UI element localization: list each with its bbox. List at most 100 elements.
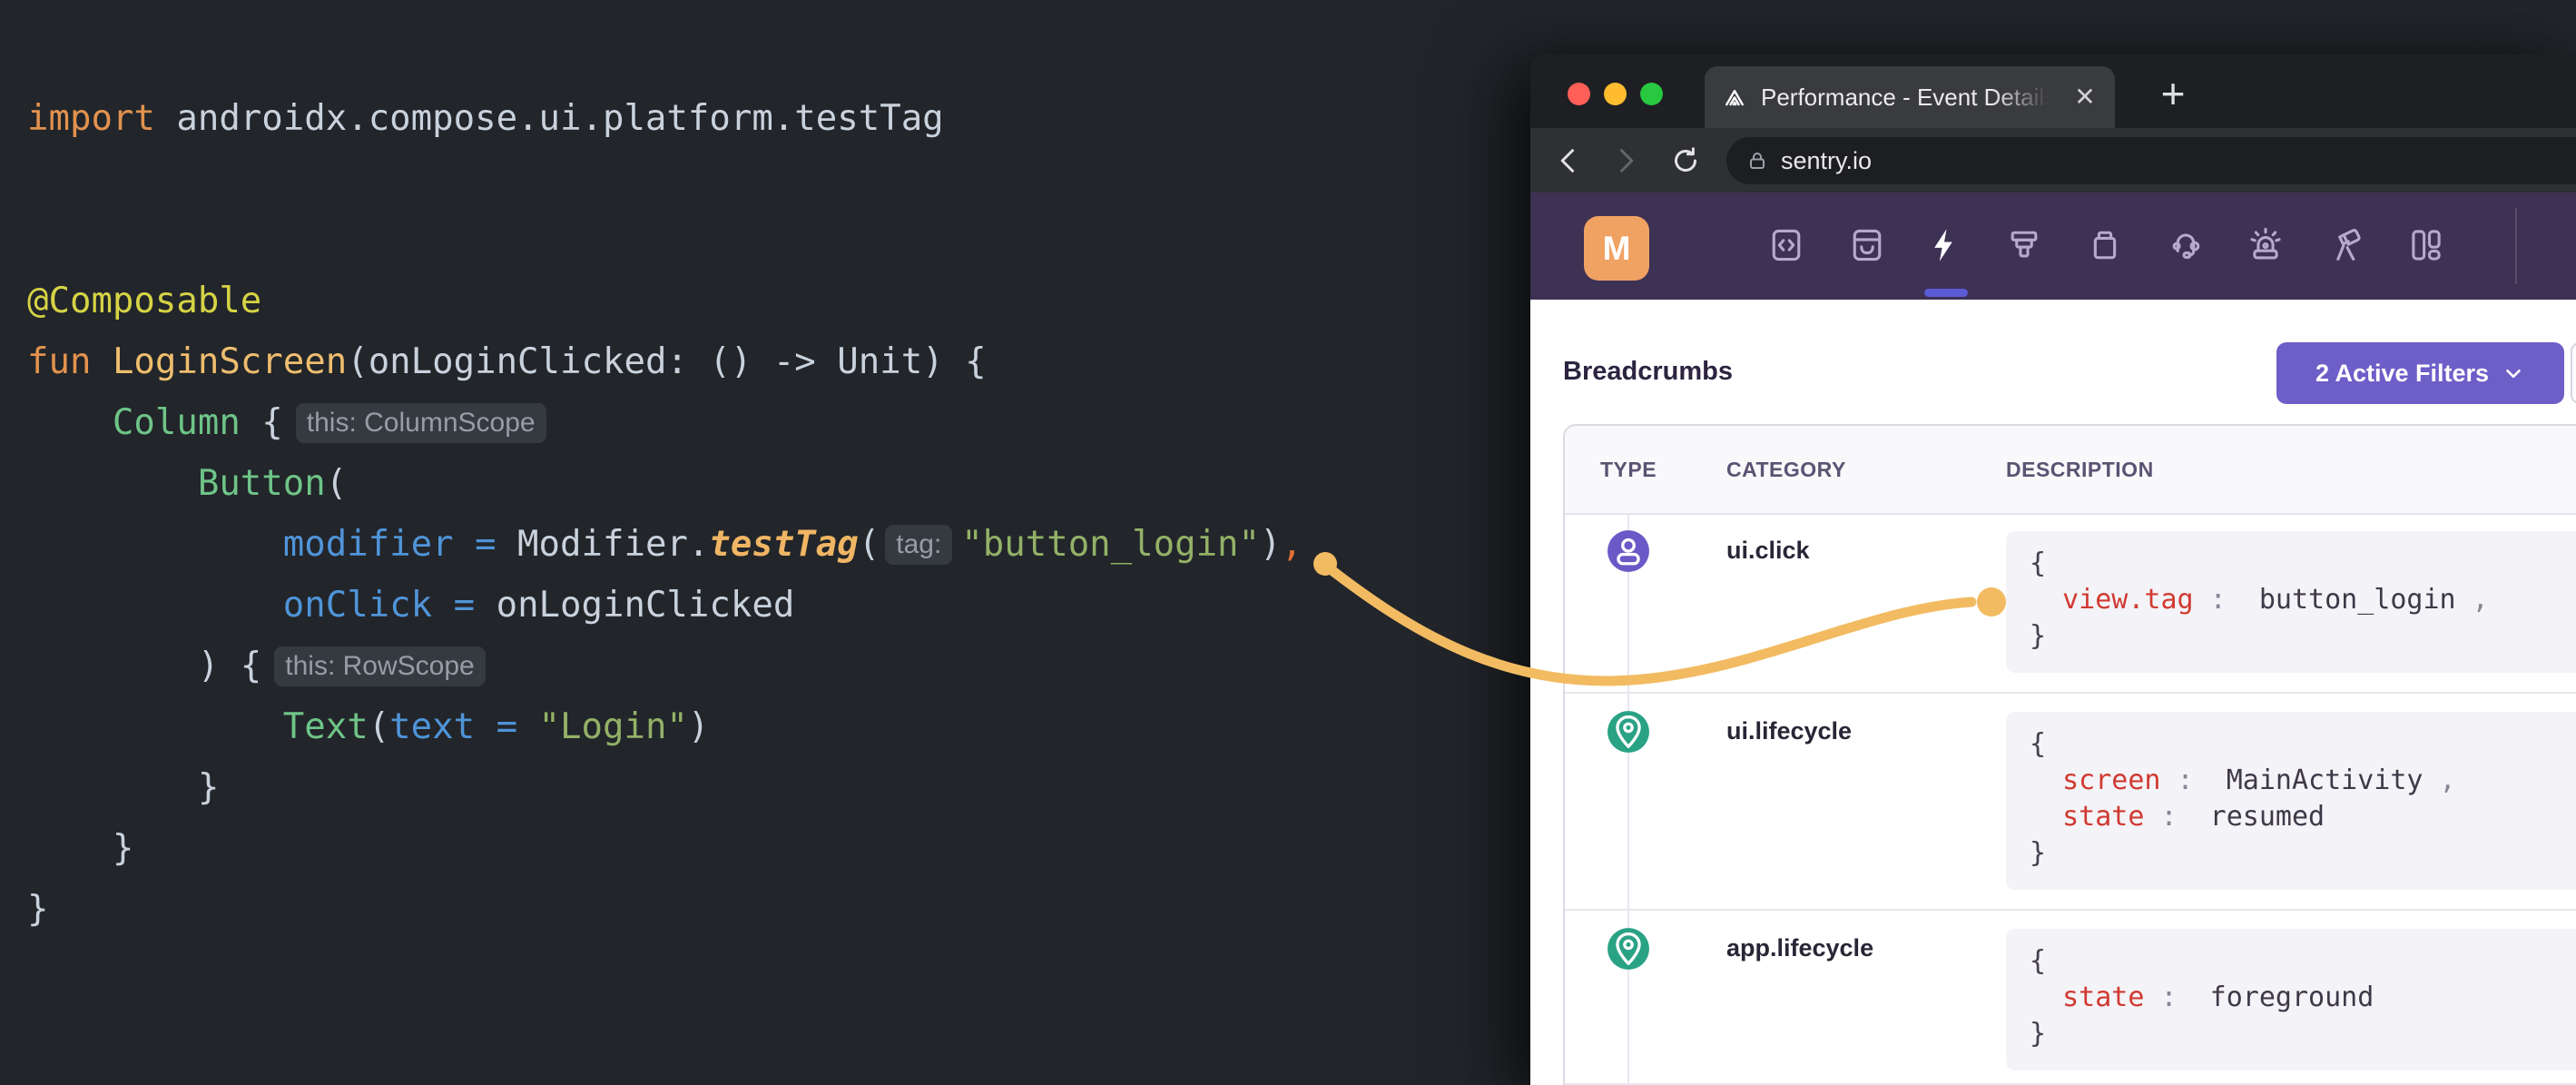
- code-token: (onLoginClicked: () -> Unit) {: [347, 341, 986, 382]
- kotlin-code-snippet: import androidx.compose.ui.platform.test…: [27, 88, 1303, 940]
- url-bar[interactable]: sentry.io: [1726, 137, 2576, 184]
- app.lifecycle-type-icon: [1606, 926, 1651, 972]
- code-token: =: [497, 706, 517, 747]
- breadcrumb-category: ui.click: [1726, 537, 1810, 565]
- browser-window: Performance - Event Details - r ✕ + sent…: [1530, 54, 2576, 1085]
- ui.click-type-icon: [1606, 528, 1651, 574]
- code-line: fun LoginScreen(onLoginClicked: () -> Un…: [27, 331, 1303, 392]
- code-token: {: [241, 402, 283, 443]
- inlay-hint: this: RowScope: [274, 646, 485, 686]
- ui.lifecycle-type-icon: [1606, 709, 1651, 755]
- code-token: ,: [1282, 524, 1303, 565]
- window-close-button[interactable]: [1568, 83, 1590, 105]
- active-filters-label: 2 Active Filters: [2315, 360, 2489, 388]
- table-row: app.lifecycle { state : foreground }: [1565, 911, 2576, 1085]
- secondary-button-partial[interactable]: [2571, 342, 2576, 404]
- code-token: Button: [198, 463, 326, 504]
- code-token: Text: [283, 706, 369, 747]
- code-token: Column: [113, 402, 241, 443]
- code-line: [27, 149, 1303, 210]
- breadcrumb-description-json: { screen : MainActivity , state : resume…: [2006, 712, 2576, 890]
- browser-tab-strip: Performance - Event Details - r ✕ +: [1530, 54, 2576, 128]
- code-token: LoginScreen: [113, 341, 347, 382]
- code-token: }: [27, 767, 219, 808]
- code-token: [432, 585, 453, 626]
- code-token: onLoginClicked: [475, 585, 794, 626]
- code-line: modifier = Modifier.testTag(tag:"button_…: [27, 514, 1303, 575]
- active-filters-button[interactable]: 2 Active Filters: [2276, 342, 2564, 404]
- browser-tab[interactable]: Performance - Event Details - r ✕: [1705, 66, 2115, 128]
- code-line: onClick = onLoginClicked: [27, 575, 1303, 636]
- code-token: Modifier.: [497, 524, 710, 565]
- breadcrumb-description-json: { view.tag : button_login , }: [2006, 531, 2576, 673]
- nav-icon-dashboards-icon[interactable]: [2406, 225, 2446, 265]
- tab-title: Performance - Event Details - r: [1761, 84, 2051, 112]
- window-minimize-button[interactable]: [1604, 83, 1627, 105]
- code-token: testTag: [709, 524, 858, 565]
- code-token: androidx.compose.ui.platform.testTag: [155, 98, 944, 139]
- browser-toolbar: sentry.io: [1530, 128, 2576, 192]
- window-zoom-button[interactable]: [1640, 83, 1663, 105]
- code-line: Text(text = "Login"): [27, 696, 1303, 757]
- url-text: sentry.io: [1781, 147, 1872, 175]
- code-token: }: [27, 889, 48, 930]
- code-token: (: [369, 706, 389, 747]
- breadcrumb-description-json: { state : foreground }: [2006, 929, 2576, 1070]
- inlay-hint: this: ColumnScope: [296, 403, 546, 443]
- code-token: =: [454, 585, 475, 626]
- nav-icon-releases-icon[interactable]: [2085, 225, 2125, 265]
- code-token: [27, 585, 283, 626]
- code-token: "button_login": [961, 524, 1260, 565]
- table-body: ui.click{ view.tag : button_login , }ui.…: [1565, 513, 2576, 1085]
- nav-icon-user-feedback-icon[interactable]: [2166, 225, 2206, 265]
- code-token: ): [688, 706, 709, 747]
- nav-icon-profiling-icon[interactable]: [2004, 225, 2044, 265]
- breadcrumb-category: ui.lifecycle: [1726, 717, 1852, 745]
- table-header-row: TYPE CATEGORY DESCRIPTION: [1565, 426, 2576, 515]
- code-token: }: [27, 828, 133, 869]
- new-tab-button[interactable]: +: [2149, 71, 2197, 118]
- code-token: =: [475, 524, 496, 565]
- code-token: onClick: [283, 585, 432, 626]
- forward-button[interactable]: [1606, 141, 1646, 181]
- lock-icon: [1746, 150, 1768, 172]
- page-title: Breadcrumbs: [1563, 357, 1733, 387]
- code-line: }: [27, 879, 1303, 940]
- code-token: fun: [27, 341, 91, 382]
- nav-divider: [2515, 208, 2517, 284]
- code-token: [27, 524, 283, 565]
- tab-close-icon[interactable]: ✕: [2070, 84, 2100, 110]
- nav-icon-projects-icon[interactable]: [1766, 225, 1806, 265]
- sentry-top-nav: M: [1530, 192, 2576, 300]
- code-token: ) {: [27, 646, 261, 686]
- breadcrumb-category: app.lifecycle: [1726, 934, 1873, 962]
- code-token: [517, 706, 538, 747]
- code-line: @Composable: [27, 271, 1303, 331]
- back-button[interactable]: [1549, 141, 1588, 181]
- reload-button[interactable]: [1666, 141, 1706, 181]
- chevron-down-icon: [2502, 361, 2525, 385]
- nav-icon-row: [1530, 192, 2576, 300]
- code-line: Button(: [27, 453, 1303, 514]
- inlay-hint: tag:: [885, 525, 952, 565]
- nav-icon-issues-icon[interactable]: [1847, 225, 1887, 265]
- sentry-favicon-icon: [1721, 84, 1748, 111]
- nav-icon-alerts-icon[interactable]: [2246, 225, 2286, 265]
- code-token: [27, 402, 113, 443]
- code-line: import androidx.compose.ui.platform.test…: [27, 88, 1303, 149]
- code-token: [475, 706, 496, 747]
- code-token: import: [27, 98, 155, 139]
- code-token: [91, 341, 112, 382]
- code-line: }: [27, 818, 1303, 879]
- nav-icon-discover-icon[interactable]: [2326, 225, 2366, 265]
- code-token: "Login": [539, 706, 688, 747]
- code-token: [27, 463, 198, 504]
- table-row: ui.click { view.tag : button_login , }: [1565, 513, 2576, 694]
- column-header-description: DESCRIPTION: [2006, 426, 2154, 513]
- nav-icon-performance-icon[interactable]: [1924, 225, 1964, 265]
- code-token: (: [859, 524, 880, 565]
- table-row: ui.lifecycle { screen : MainActivity , st…: [1565, 694, 2576, 911]
- code-token: @Composable: [27, 281, 261, 321]
- column-header-category: CATEGORY: [1726, 426, 1846, 513]
- code-line: }: [27, 757, 1303, 818]
